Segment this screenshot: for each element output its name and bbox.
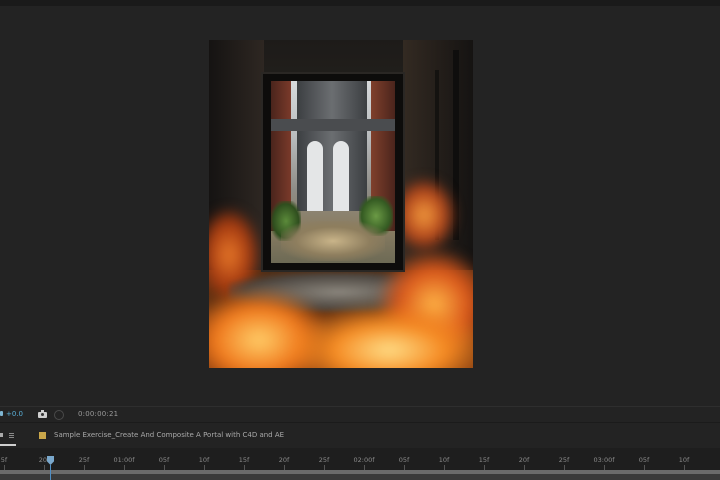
camera-icon[interactable]: [38, 410, 48, 418]
close-icon[interactable]: [0, 433, 3, 437]
composition-preview[interactable]: [209, 40, 473, 368]
active-tab-indicator: [0, 444, 16, 446]
ruler-tick-label: 05f: [638, 456, 650, 464]
ruler-tick-label: 01:00f: [113, 456, 135, 464]
ruler-tick-label: 05f: [398, 456, 410, 464]
exposure-value[interactable]: +0.0: [6, 410, 23, 418]
ruler-tick-label: 25f: [318, 456, 330, 464]
ruler-tick-label: 20f: [278, 456, 290, 464]
portal-view: [271, 81, 395, 263]
debris: [281, 221, 385, 261]
ruler-tick-label: 5f: [0, 456, 8, 464]
ruler-tick-label: 15f: [238, 456, 250, 464]
time-ruler[interactable]: 5f 20f 25f 01:00f 05f 10f 15f 20f 25f 02:00f 05f 10…: [0, 448, 720, 470]
bridge-arch: [333, 141, 349, 211]
timeline-tab-bar: Sample Exercise_Create And Composite A P…: [0, 422, 720, 450]
viewer-toolbar: +0.0 0:00:00:21: [0, 406, 720, 423]
composition-tab-title[interactable]: Sample Exercise_Create And Composite A P…: [54, 431, 284, 439]
ruler-tick-label: 02:00f: [353, 456, 375, 464]
exposure-icon[interactable]: [0, 411, 3, 416]
ruler-tick-label: 20f: [518, 456, 530, 464]
ruler-tick-label: 25f: [558, 456, 570, 464]
ruler-tick-label: 15f: [478, 456, 490, 464]
ruler-tick-label: 25f: [78, 456, 90, 464]
color-circle-icon[interactable]: [54, 410, 64, 420]
playhead-line: [50, 465, 51, 480]
label-swatch-icon[interactable]: [39, 432, 46, 439]
hamburger-menu-icon[interactable]: [9, 433, 14, 439]
ruler-tick-label: 05f: [158, 456, 170, 464]
ruler-tick-label: 10f: [198, 456, 210, 464]
portal-frame: [261, 72, 405, 272]
bridge-deck: [271, 119, 395, 131]
ruler-tick-label: 10f: [678, 456, 690, 464]
current-timecode[interactable]: 0:00:00:21: [78, 410, 118, 418]
bridge-arch: [307, 141, 323, 211]
work-area-bar[interactable]: [0, 470, 720, 474]
ruler-tick-label: 03:00f: [593, 456, 615, 464]
ruler-tick-label: 10f: [438, 456, 450, 464]
